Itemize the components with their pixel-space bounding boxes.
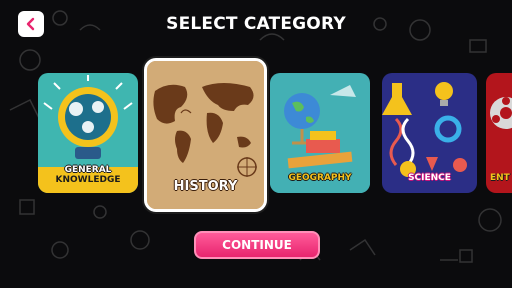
category-label: ENT	[490, 173, 510, 183]
category-card-entertainment[interactable]: ENT	[486, 73, 512, 193]
category-label: GEOGRAPHY	[288, 173, 352, 183]
category-label-line2: KNOWLEDGE	[55, 175, 121, 185]
category-card-geography[interactable]: GEOGRAPHY	[270, 73, 370, 193]
category-label: SCIENCE	[408, 173, 451, 183]
continue-button[interactable]: CONTINUE	[194, 231, 320, 259]
category-label-line1: GENERAL	[64, 165, 112, 175]
category-label: HISTORY	[173, 179, 238, 194]
category-card-general-knowledge[interactable]: GENERAL KNOWLEDGE	[38, 73, 138, 193]
category-card-history[interactable]: HISTORY	[144, 58, 267, 212]
category-card-science[interactable]: SCIENCE	[382, 73, 477, 193]
page-title: SELECT CATEGORY	[166, 14, 346, 34]
